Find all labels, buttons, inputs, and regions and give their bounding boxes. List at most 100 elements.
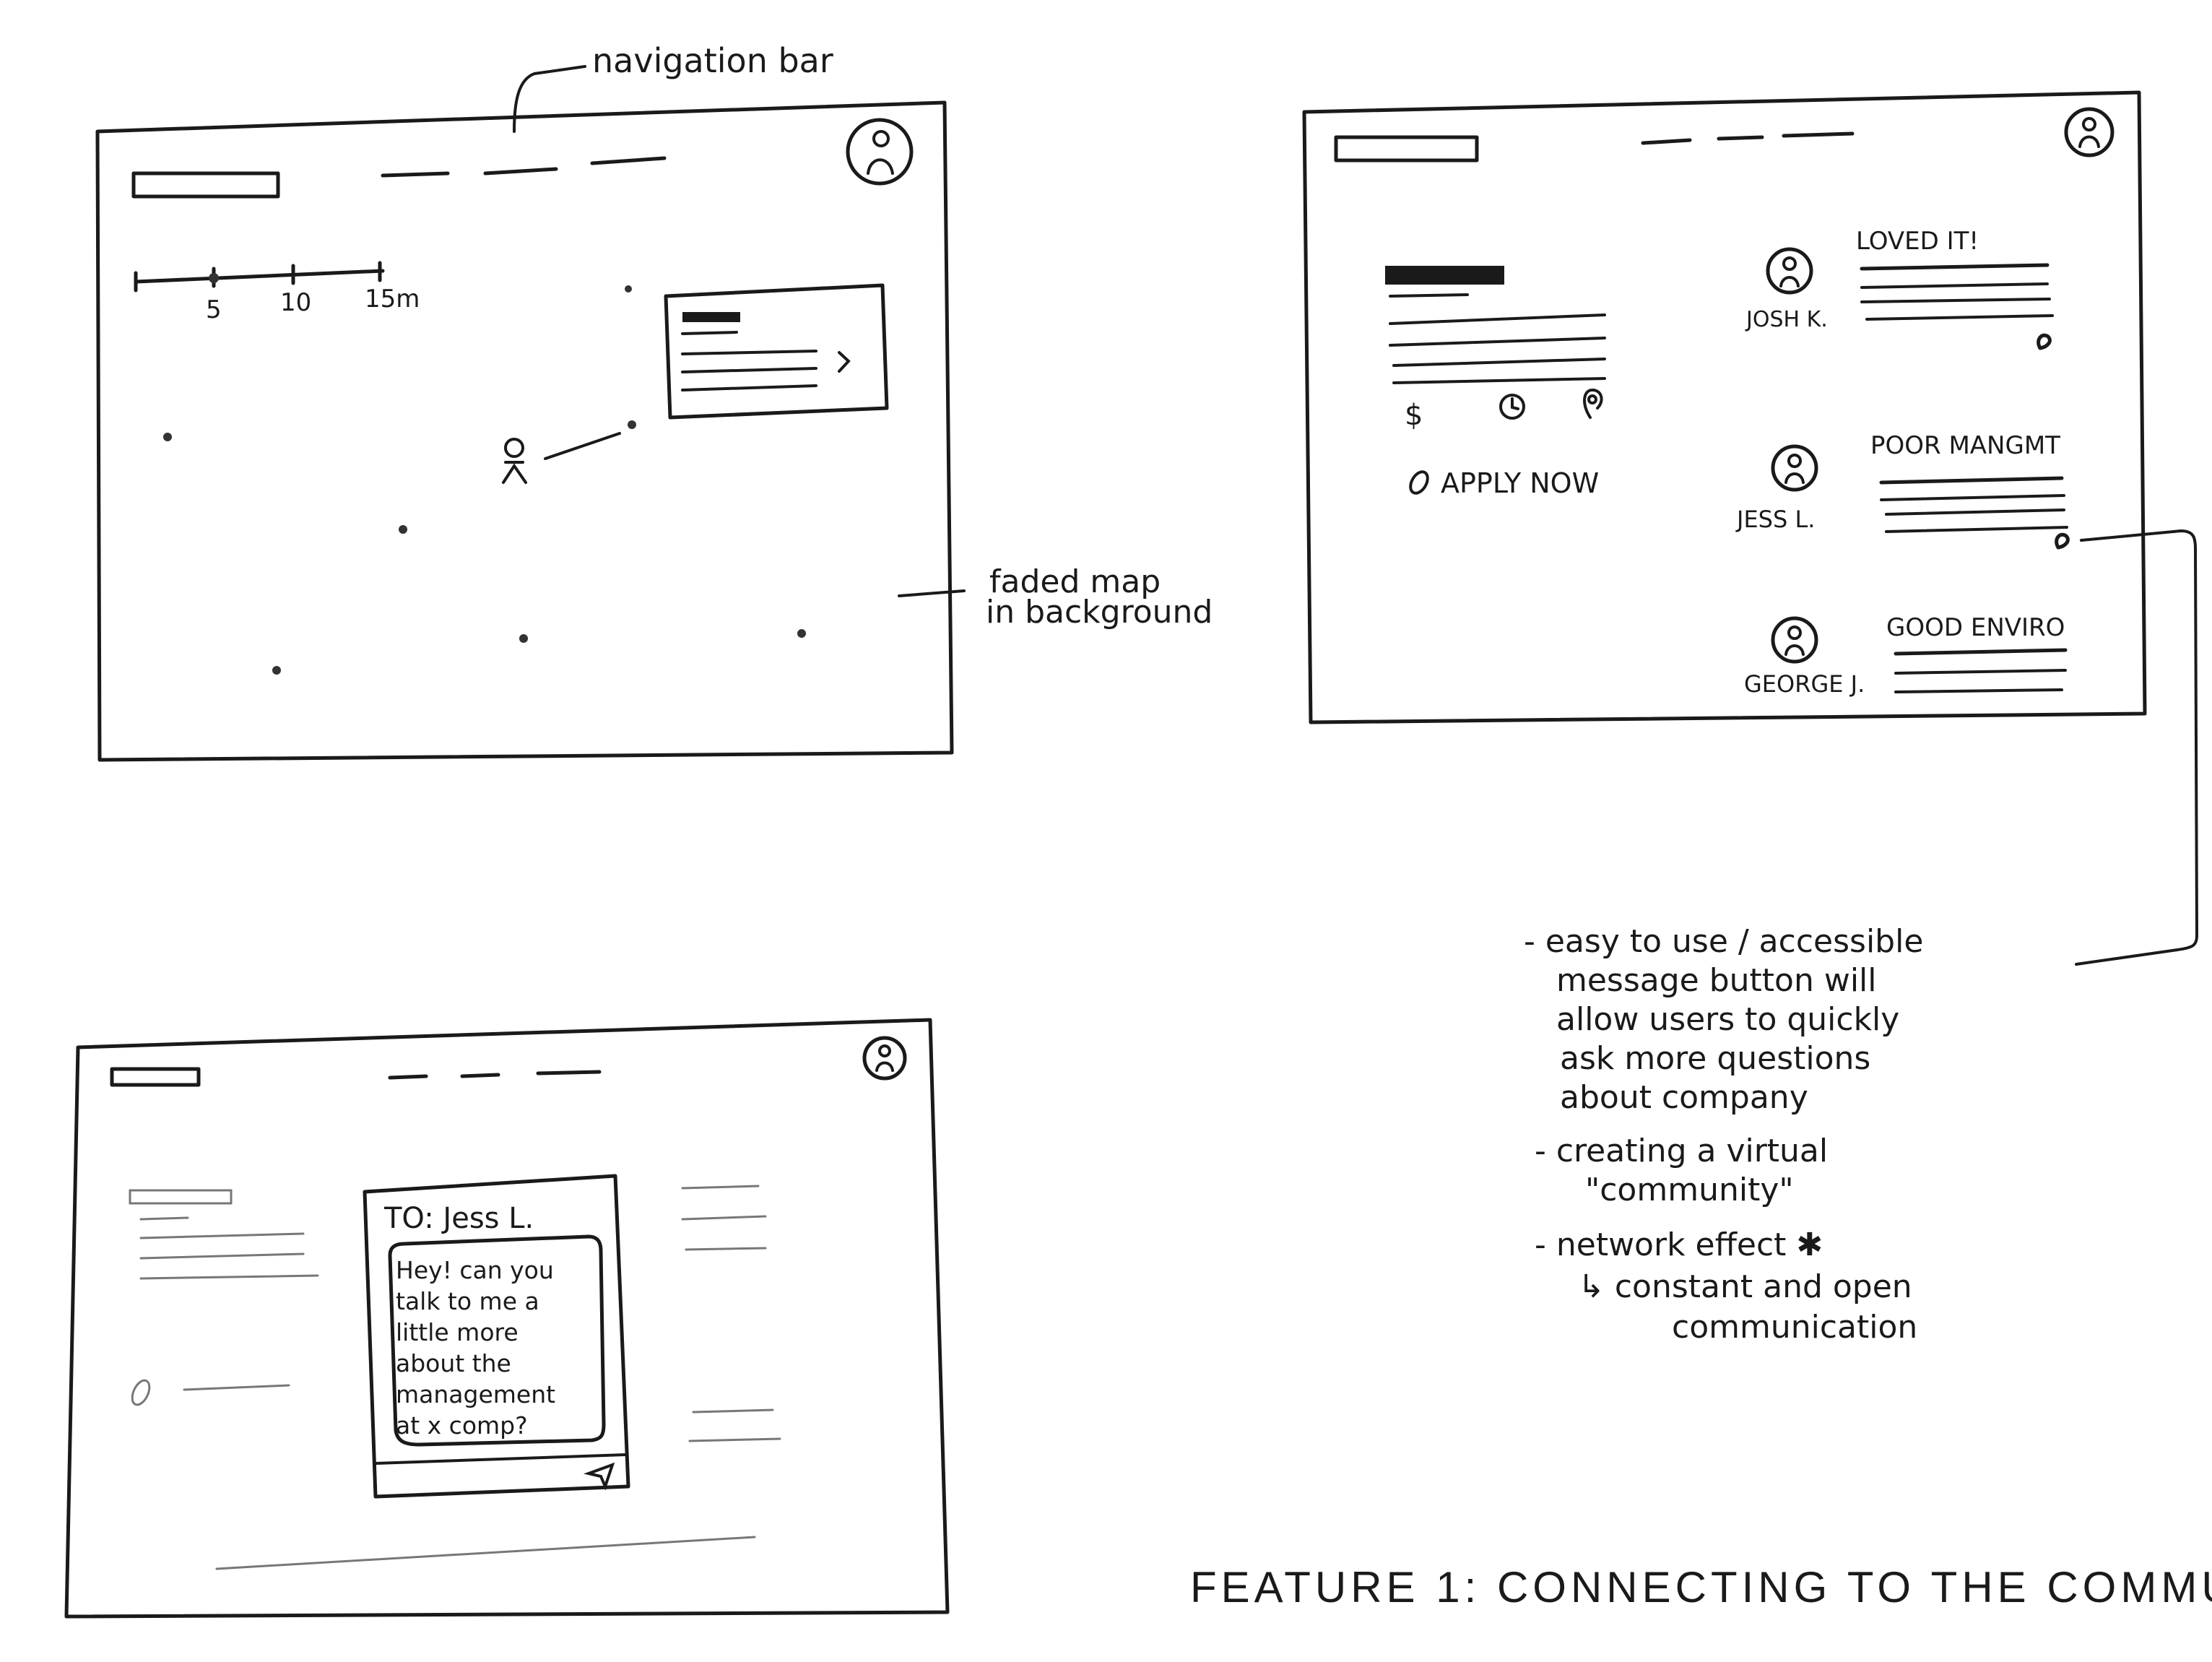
review-item[interactable]: JESS L. POOR MANGMT bbox=[1735, 431, 2070, 550]
map-pin[interactable] bbox=[163, 433, 172, 441]
text-line bbox=[1389, 313, 1606, 325]
company-name-placeholder bbox=[1385, 266, 1504, 285]
map-pin[interactable] bbox=[797, 629, 806, 638]
reviewer-avatar-icon bbox=[1766, 247, 1813, 295]
send-icon[interactable] bbox=[584, 1462, 615, 1491]
note-line: allow users to quickly bbox=[1556, 1001, 1899, 1038]
message-line: about the bbox=[396, 1349, 511, 1377]
logo-placeholder[interactable] bbox=[1334, 135, 1479, 163]
scale-label: 10 bbox=[280, 288, 311, 317]
chevron-right-icon[interactable] bbox=[838, 351, 851, 373]
user-location-icon bbox=[502, 438, 527, 484]
review-item[interactable]: JOSH K. LOVED IT! bbox=[1745, 227, 2054, 350]
reviewer-avatar-icon bbox=[1771, 444, 1818, 492]
map-pin[interactable] bbox=[519, 634, 528, 643]
user-avatar-icon[interactable] bbox=[2064, 107, 2115, 157]
text-line bbox=[1860, 263, 2050, 271]
reviewer-avatar-icon bbox=[1771, 616, 1818, 664]
connector-line bbox=[544, 432, 621, 460]
design-notes: - easy to use / accessible message butto… bbox=[1524, 923, 1923, 1346]
text-line bbox=[1885, 508, 2065, 516]
text-line bbox=[1392, 358, 1606, 367]
map-pin[interactable] bbox=[272, 666, 281, 675]
clock-icon bbox=[1499, 394, 1525, 420]
note-line: - network effect ✱ bbox=[1535, 1226, 1823, 1263]
apply-now-button[interactable]: APPLY NOW bbox=[1407, 467, 1599, 499]
reviewer-name: JOSH K. bbox=[1745, 307, 1828, 332]
note-line: message button will bbox=[1556, 962, 1877, 999]
recipient-field[interactable]: TO: Jess L. bbox=[383, 1202, 534, 1235]
review-title: POOR MANGMT bbox=[1870, 431, 2060, 460]
frame-company-screen: $ APPLY NOW JOSH K. LOVED IT! JESS L. PO… bbox=[1302, 90, 2199, 966]
note-line: communication bbox=[1672, 1309, 1917, 1346]
dollar-icon: $ bbox=[1405, 399, 1423, 432]
reviewer-name: GEORGE J. bbox=[1744, 670, 1865, 698]
paperclip-icon bbox=[131, 1379, 151, 1406]
nav-link[interactable] bbox=[1641, 138, 1692, 145]
message-line: Hey! can you bbox=[396, 1256, 554, 1284]
text-line bbox=[1860, 282, 2049, 289]
review-item[interactable]: GEORGE J. GOOD ENVIRO bbox=[1744, 613, 2068, 698]
annotation-pointer bbox=[513, 65, 586, 133]
review-title: GOOD ENVIRO bbox=[1886, 613, 2065, 642]
text-line bbox=[1879, 476, 2064, 485]
nav-link[interactable] bbox=[460, 1073, 500, 1078]
reviewer-name: JESS L. bbox=[1735, 506, 1815, 533]
note-line: about company bbox=[1560, 1079, 1808, 1116]
logo-placeholder[interactable] bbox=[131, 171, 280, 199]
text-line bbox=[1389, 337, 1606, 347]
message-composer[interactable]: TO: Jess L. Hey! can you talk to me a li… bbox=[363, 1174, 630, 1499]
note-line: - easy to use / accessible bbox=[1524, 923, 1923, 960]
note-line: ↳ constant and open bbox=[1578, 1268, 1912, 1305]
map-pin[interactable] bbox=[399, 525, 407, 534]
note-line: ask more questions bbox=[1560, 1040, 1870, 1077]
message-line: at x comp? bbox=[396, 1411, 528, 1440]
note-line: "community" bbox=[1585, 1172, 1794, 1208]
scale-label: 15m bbox=[365, 285, 420, 313]
pin-icon bbox=[1583, 388, 1603, 419]
text-line bbox=[1389, 293, 1469, 298]
text-line bbox=[1894, 669, 2067, 675]
nav-link[interactable] bbox=[388, 1074, 428, 1080]
text-line bbox=[1894, 648, 2068, 656]
message-bubble-icon[interactable] bbox=[2055, 532, 2070, 550]
composer-divider bbox=[374, 1453, 627, 1465]
message-bubble-icon[interactable] bbox=[2037, 333, 2052, 350]
scale-label: 5 bbox=[206, 295, 222, 324]
nav-link[interactable] bbox=[483, 167, 558, 176]
message-line: little more bbox=[396, 1318, 519, 1346]
map-pin[interactable] bbox=[625, 285, 632, 293]
frame-message-screen: TO: Jess L. Hey! can you talk to me a li… bbox=[64, 1018, 950, 1619]
text-line bbox=[1860, 298, 2051, 303]
feature-title: FEATURE 1: CONNECTING TO THE COMMUNITY bbox=[1190, 1563, 2212, 1611]
company-preview-card[interactable] bbox=[664, 283, 889, 420]
paperclip-icon bbox=[1409, 470, 1429, 495]
nav-link[interactable] bbox=[381, 171, 450, 178]
text-line bbox=[1392, 377, 1606, 384]
map-pin-selected[interactable] bbox=[628, 420, 636, 429]
message-line: talk to me a bbox=[396, 1287, 539, 1315]
distance-scale[interactable]: 5 10 15m bbox=[134, 261, 420, 324]
annotation-faded-map: in background bbox=[986, 594, 1213, 631]
apply-now-label: APPLY NOW bbox=[1441, 467, 1599, 499]
text-line bbox=[1894, 688, 2063, 693]
nav-link[interactable] bbox=[590, 156, 667, 165]
logo-placeholder[interactable] bbox=[110, 1067, 201, 1087]
sketch-canvas: navigation bar 5 10 15m faded map in bac… bbox=[64, 41, 2212, 1619]
text-line bbox=[1880, 494, 2065, 501]
review-title: LOVED IT! bbox=[1856, 227, 1979, 256]
frame-map-screen: navigation bar 5 10 15m faded map in bac… bbox=[95, 41, 1213, 762]
user-avatar-icon[interactable] bbox=[846, 118, 914, 186]
message-line: management bbox=[396, 1380, 555, 1408]
card-title-placeholder bbox=[682, 312, 740, 322]
text-line bbox=[1865, 314, 2054, 321]
nav-link[interactable] bbox=[1782, 131, 1855, 138]
text-line bbox=[1885, 526, 2068, 533]
nav-link[interactable] bbox=[536, 1070, 602, 1075]
nav-link[interactable] bbox=[1717, 135, 1764, 141]
user-avatar-icon[interactable] bbox=[862, 1036, 907, 1081]
annotation-pointer bbox=[898, 589, 966, 597]
faded-placeholder bbox=[129, 1189, 233, 1205]
note-line: - creating a virtual bbox=[1535, 1133, 1828, 1169]
annotation-pointer bbox=[2075, 529, 2199, 966]
